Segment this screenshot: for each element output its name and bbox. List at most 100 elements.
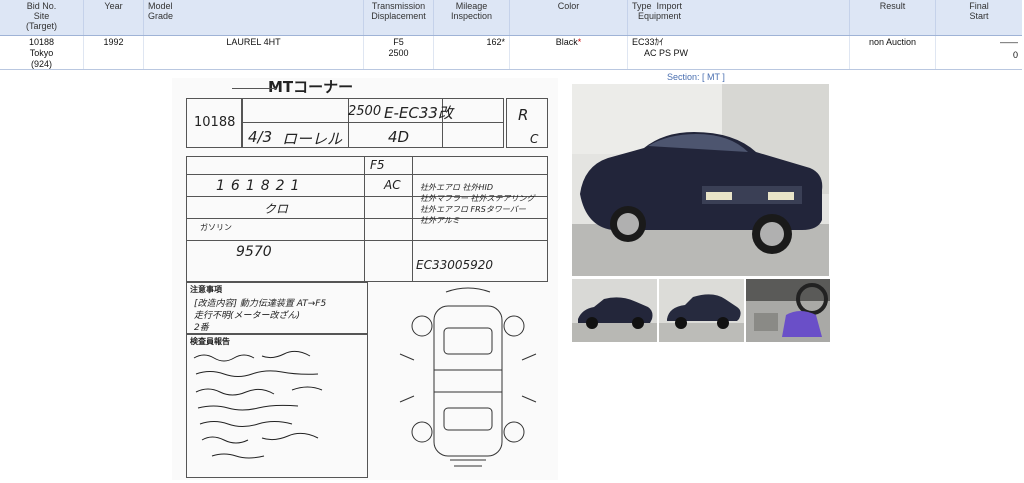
note-line: 2番 xyxy=(194,323,209,333)
lot-type-cell: EC33ｶｲ AC PS PW xyxy=(628,36,850,69)
car-side-photo[interactable] xyxy=(572,279,657,342)
header-mileage: Mileage Inspection xyxy=(434,0,510,35)
header-target-label: (Target) xyxy=(25,21,57,31)
lot-mileage: 162 xyxy=(486,37,502,47)
car-rear-photo[interactable] xyxy=(659,279,744,342)
sheet-grade-r: R xyxy=(518,106,529,124)
lot-result: non Auction xyxy=(868,37,917,47)
lot-target: (924) xyxy=(30,59,52,69)
car-side-photo-image xyxy=(572,279,657,342)
mod-item: 社外エアロ xyxy=(420,183,460,192)
header-grade-label: Grade xyxy=(148,11,174,21)
grid-line xyxy=(364,156,365,282)
header-result: Result xyxy=(850,0,936,35)
sheet-year: 4/3 xyxy=(248,128,273,146)
header-inspection-label: Inspection xyxy=(450,11,493,21)
header-type: Type Import Equipment xyxy=(628,0,850,35)
title-underline xyxy=(232,88,276,89)
header-final: Final Start xyxy=(936,0,1022,35)
sheet-name: ローレル xyxy=(282,130,343,148)
header-final-label: Final xyxy=(969,1,989,11)
sheet-model-code: E-EC33改 xyxy=(384,104,453,122)
header-bid-no: Bid No. Site (Target) xyxy=(0,0,84,35)
grid-line xyxy=(242,122,504,123)
lot-type: EC33ｶｲ xyxy=(632,37,664,47)
notes-title: 注意事項 xyxy=(190,285,222,294)
header-year-label: Year xyxy=(104,1,123,11)
header-model: Model Grade xyxy=(144,0,364,35)
mod-item: 社外マフラー xyxy=(420,194,468,203)
header-color-label: Color xyxy=(557,1,580,11)
sheet-grade-c: C xyxy=(530,132,539,146)
sheet-ac: AC xyxy=(384,178,401,192)
sheet-lot-number: 10188 xyxy=(194,115,236,130)
header-site-label: Site xyxy=(33,11,50,21)
grid-line xyxy=(186,174,548,175)
car-front-photo[interactable] xyxy=(572,84,829,276)
header-model-label: Model xyxy=(148,1,173,11)
results-table-header: Bid No. Site (Target) Year Model Grade T… xyxy=(0,0,1022,36)
header-result-label: Result xyxy=(879,1,906,11)
lot-color: Black xyxy=(555,37,578,47)
header-mileage-label: Mileage xyxy=(455,1,488,11)
section-label: Section: [ MT ] xyxy=(667,72,725,82)
header-year: Year xyxy=(84,0,144,35)
header-color: Color xyxy=(510,0,628,35)
note-line: 走行不明(メーター改ざん) xyxy=(194,311,301,321)
car-front-photo-image xyxy=(572,84,829,276)
lot-transmission: F5 xyxy=(393,37,404,47)
mod-item: 社外HID xyxy=(462,183,494,192)
lot-displacement: 2500 xyxy=(388,48,409,58)
mods-list: 社外エアロ 社外HID 社外マフラー 社外ステアリング 社外エアフロ FRSタワ… xyxy=(420,182,548,226)
mod-item: 社外ステアリング xyxy=(470,194,535,203)
section-value[interactable]: MT xyxy=(707,72,720,82)
auction-sheet[interactable]: MTコーナー 10188 2500 E-EC33改 4/3 ローレル 4D R … xyxy=(172,78,558,480)
lot-color-cell: Black* xyxy=(510,36,628,69)
header-transmission: Transmission Displacement xyxy=(364,0,434,35)
sheet-mileage: 161821 xyxy=(216,178,306,194)
lot-start: 0 xyxy=(1012,50,1018,60)
car-rear-photo-image xyxy=(659,279,744,342)
car-damage-diagram xyxy=(399,287,537,467)
header-transmission-label: Transmission xyxy=(371,1,426,11)
header-import-label: Import xyxy=(656,1,683,11)
sheet-fuel: ガソリン xyxy=(200,223,232,232)
grid-line xyxy=(412,156,413,282)
sheet-displacement: 2500 xyxy=(348,104,382,119)
header-equipment-label: Equipment xyxy=(638,11,682,21)
mileage-mark: * xyxy=(501,37,505,47)
sheet-color: クロ xyxy=(264,202,289,216)
interior-photo-image xyxy=(746,279,830,342)
section-bracket-open: [ xyxy=(699,72,708,82)
report-handwriting xyxy=(193,350,323,459)
lot-result-cell: non Auction xyxy=(850,36,936,69)
lot-model-grade: LAUREL 4HT xyxy=(226,37,281,47)
lot-bid-no[interactable]: 10188 xyxy=(0,37,83,48)
lot-mileage-cell: 162* xyxy=(434,36,510,69)
lot-equipment: AC PS PW xyxy=(644,48,689,58)
mod-item: 社外エアフロ xyxy=(420,205,468,214)
lot-transmission-cell: F5 2500 xyxy=(364,36,434,69)
table-row[interactable]: 10188 Tokyo (924) 1992 LAUREL 4HT F5 250… xyxy=(0,36,1022,70)
lot-year: 1992 xyxy=(103,37,124,47)
sheet-chassis: EC33005920 xyxy=(416,258,494,272)
sheet-shift: F5 xyxy=(370,158,385,172)
lot-model-cell: LAUREL 4HT xyxy=(144,36,364,69)
sheet-doors: 4D xyxy=(388,128,410,146)
lot-year-cell: 1992 xyxy=(84,36,144,69)
lot-site: Tokyo xyxy=(29,48,54,58)
mod-item: FRSタワーバー xyxy=(470,205,526,214)
mod-item: 社外アルミ xyxy=(420,216,460,225)
lot-final: —— xyxy=(1000,37,1018,47)
lot-final-cell: —— 0 xyxy=(936,36,1022,69)
header-bid-no-label: Bid No. xyxy=(26,1,57,11)
interior-photo[interactable] xyxy=(746,279,830,342)
section-label-text: Section: xyxy=(667,72,700,82)
color-mark: * xyxy=(577,37,582,47)
report-title: 検査員報告 xyxy=(190,337,230,346)
grid-line xyxy=(186,240,548,241)
header-type-label: Type xyxy=(632,1,652,11)
header-displacement-label: Displacement xyxy=(371,11,426,21)
section-bracket-close: ] xyxy=(719,72,725,82)
lot-bid-cell[interactable]: 10188 Tokyo (924) xyxy=(0,36,84,69)
